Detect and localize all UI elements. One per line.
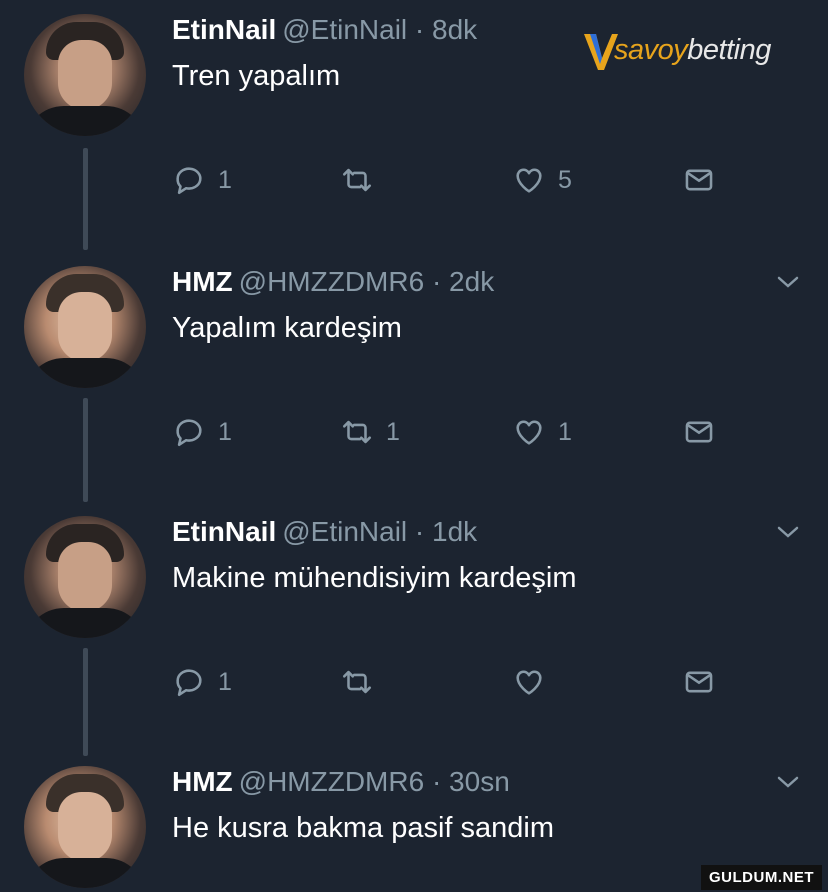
reply-count: 1 bbox=[218, 667, 232, 696]
message-button[interactable] bbox=[682, 412, 716, 452]
display-name[interactable]: HMZ bbox=[172, 266, 233, 297]
brand-name-prefix: savoy bbox=[614, 34, 688, 66]
avatar[interactable] bbox=[24, 766, 146, 888]
reply-button[interactable]: 1 bbox=[172, 662, 232, 702]
avatar[interactable] bbox=[24, 14, 146, 136]
thread-line bbox=[83, 148, 88, 250]
retweet-button[interactable] bbox=[340, 160, 386, 200]
chevron-down-icon[interactable] bbox=[776, 274, 800, 290]
tweet-actions: 1 5 bbox=[172, 160, 732, 200]
v-logo-icon bbox=[584, 34, 618, 70]
envelope-icon bbox=[685, 671, 713, 693]
heart-icon bbox=[516, 168, 542, 193]
like-button[interactable] bbox=[512, 662, 558, 702]
reply-icon bbox=[176, 669, 202, 697]
tweet-header: HMZ @HMZZDMR6 · 30sn bbox=[172, 766, 510, 798]
message-button[interactable] bbox=[682, 662, 716, 702]
watermark: GULDUM.NET bbox=[701, 865, 822, 890]
handle-timestamp: @HMZZDMR6 · 2dk bbox=[238, 266, 495, 297]
reply-button[interactable]: 1 bbox=[172, 160, 232, 200]
brand-name-suffix: betting bbox=[687, 34, 771, 66]
tweet-header: EtinNail @EtinNail · 8dk bbox=[172, 14, 477, 46]
handle-timestamp: @EtinNail · 8dk bbox=[282, 14, 478, 45]
retweet-icon bbox=[342, 670, 372, 694]
reply-icon bbox=[176, 419, 202, 447]
like-count: 5 bbox=[558, 165, 572, 194]
tweet-text: Yapalım kardeşim bbox=[172, 312, 402, 344]
reply-icon bbox=[176, 167, 202, 195]
chevron-down-icon[interactable] bbox=[776, 774, 800, 790]
reply-button[interactable]: 1 bbox=[172, 412, 232, 452]
tweet[interactable]: EtinNail @EtinNail · 1dk Makine mühendisi… bbox=[0, 502, 828, 756]
message-button[interactable] bbox=[682, 160, 716, 200]
reply-count: 1 bbox=[218, 417, 232, 446]
tweet-text: Makine mühendisiyim kardeşim bbox=[172, 562, 577, 594]
tweet-header: EtinNail @EtinNail · 1dk bbox=[172, 516, 477, 548]
handle-timestamp: @HMZZDMR6 · 30sn bbox=[238, 766, 510, 797]
tweet[interactable]: HMZ @HMZZDMR6 · 2dk Yapalım kardeşim 1 1 … bbox=[0, 252, 828, 502]
handle-timestamp: @EtinNail · 1dk bbox=[282, 516, 478, 547]
display-name[interactable]: HMZ bbox=[172, 766, 233, 797]
heart-icon bbox=[516, 420, 542, 445]
tweet-text: Tren yapalım bbox=[172, 60, 341, 92]
avatar[interactable] bbox=[24, 266, 146, 388]
like-count: 1 bbox=[558, 417, 572, 446]
retweet-count: 1 bbox=[386, 417, 400, 446]
tweet[interactable]: EtinNail @EtinNail · 8dk Tren yapalım sav… bbox=[0, 0, 828, 250]
chevron-down-icon[interactable] bbox=[776, 524, 800, 540]
brand-logo: savoybetting bbox=[584, 30, 784, 76]
tweet-header: HMZ @HMZZDMR6 · 2dk bbox=[172, 266, 494, 298]
retweet-icon bbox=[342, 420, 372, 444]
display-name[interactable]: EtinNail bbox=[172, 516, 276, 547]
display-name[interactable]: EtinNail bbox=[172, 14, 276, 45]
envelope-icon bbox=[685, 421, 713, 443]
thread-line bbox=[83, 398, 88, 502]
tweet-actions: 1 1 1 bbox=[172, 412, 732, 452]
like-button[interactable]: 5 bbox=[512, 160, 572, 200]
thread-line bbox=[83, 648, 88, 756]
retweet-button[interactable] bbox=[340, 662, 386, 702]
tweet-actions: 1 bbox=[172, 662, 732, 702]
tweet-text: He kusra bakma pasif sandim bbox=[172, 812, 554, 844]
avatar[interactable] bbox=[24, 516, 146, 638]
retweet-button[interactable]: 1 bbox=[340, 412, 400, 452]
envelope-icon bbox=[685, 169, 713, 191]
like-button[interactable]: 1 bbox=[512, 412, 572, 452]
heart-icon bbox=[516, 670, 542, 695]
reply-count: 1 bbox=[218, 165, 232, 194]
retweet-icon bbox=[342, 168, 372, 192]
